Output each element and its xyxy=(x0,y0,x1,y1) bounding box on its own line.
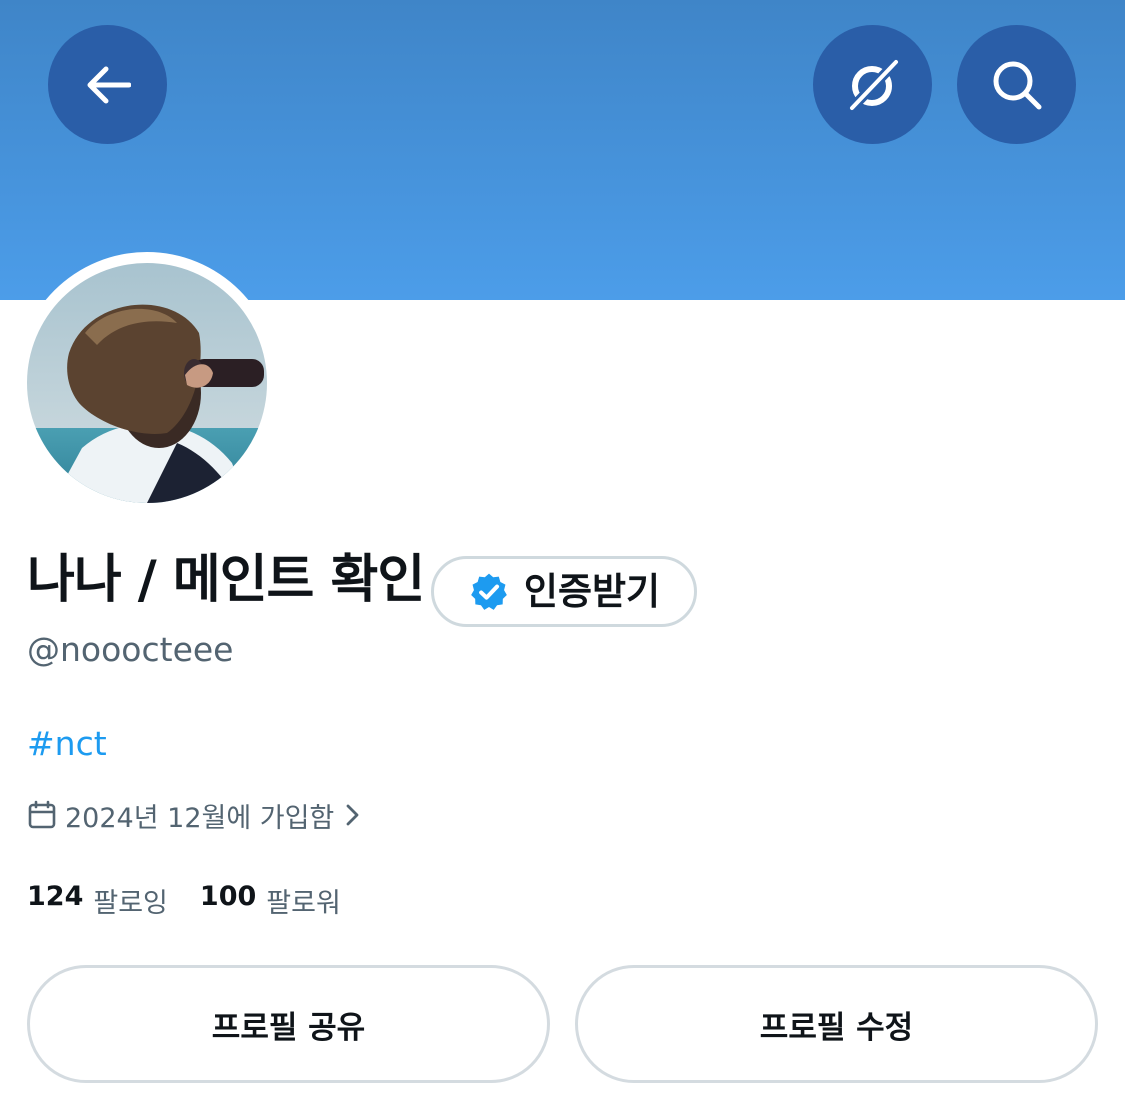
following-stat[interactable]: 124 팔로잉 xyxy=(27,881,168,920)
verified-badge-icon xyxy=(471,573,507,610)
profile-page: 나나 / 메인트 확인 인증받기 @nooocteee #nct 2024년 1… xyxy=(0,0,1125,1108)
followers-label: 팔로워 xyxy=(266,887,341,919)
arrow-left-icon xyxy=(87,66,131,103)
display-name: 나나 / 메인트 확인 xyxy=(27,550,425,610)
grok-icon xyxy=(846,57,901,112)
back-button[interactable] xyxy=(48,25,167,144)
bio-hashtag-link[interactable]: #nct xyxy=(27,722,107,766)
share-profile-button[interactable]: 프로필 공유 xyxy=(27,965,550,1083)
avatar-image xyxy=(27,263,267,503)
followers-stat[interactable]: 100 팔로워 xyxy=(200,881,341,920)
edit-profile-button[interactable]: 프로필 수정 xyxy=(575,965,1098,1083)
grok-button[interactable] xyxy=(813,25,932,144)
get-verified-button[interactable]: 인증받기 xyxy=(431,556,697,627)
get-verified-label: 인증받기 xyxy=(523,569,661,613)
following-label: 팔로잉 xyxy=(93,887,168,919)
joined-date-text: 2024년 12월에 가입함 xyxy=(65,802,335,834)
avatar[interactable] xyxy=(27,263,267,503)
joined-date-row[interactable]: 2024년 12월에 가입함 xyxy=(27,795,362,835)
search-icon xyxy=(993,61,1041,109)
search-button[interactable] xyxy=(957,25,1076,144)
chevron-right-icon xyxy=(346,804,359,826)
followers-count: 100 xyxy=(199,880,257,912)
user-handle: @nooocteee xyxy=(27,630,234,669)
follow-stats: 124 팔로잉 100 팔로워 xyxy=(27,880,341,920)
calendar-icon xyxy=(28,800,56,829)
following-count: 124 xyxy=(27,880,84,912)
